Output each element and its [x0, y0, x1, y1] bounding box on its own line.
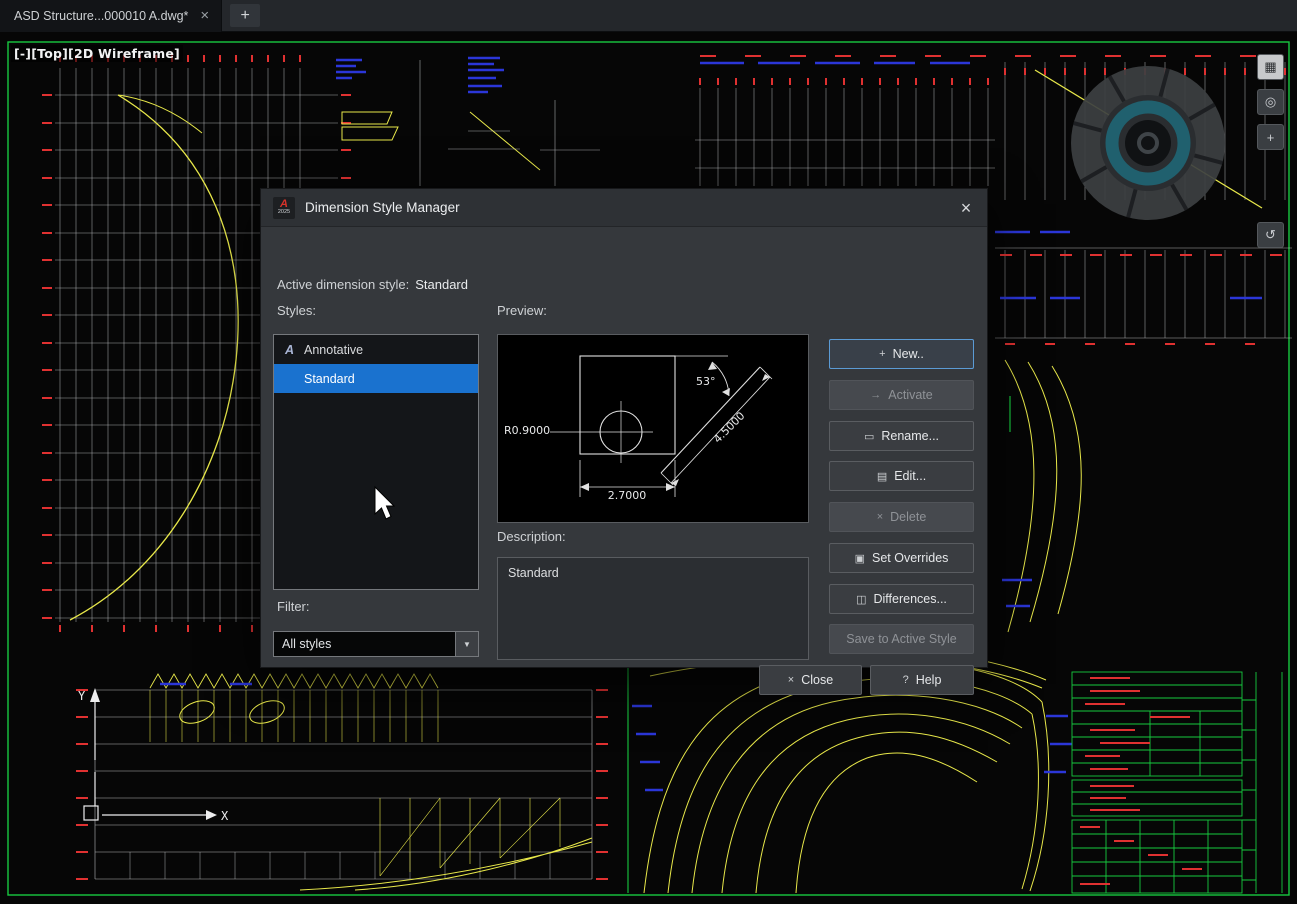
preview-label: Preview: [497, 303, 547, 318]
differences-button[interactable]: ◫ Differences... [829, 584, 974, 614]
autocad-window: { "tab_bar": { "tab": { "title": "ASD St… [0, 0, 1297, 904]
styles-listbox[interactable]: A Annotative Standard [273, 334, 479, 590]
edit-icon: ▤ [877, 470, 887, 483]
tab-close-icon[interactable]: × [200, 8, 209, 23]
preview-radius-dim: R0.9000 [504, 424, 550, 437]
style-item-label: Standard [304, 372, 355, 386]
close-button[interactable]: × Close [759, 665, 862, 695]
style-item-label: Annotative [304, 343, 363, 357]
style-item-annotative[interactable]: A Annotative [274, 335, 478, 364]
autocad-2025-icon: A 2025 [273, 197, 295, 219]
steering-wheel-button[interactable]: ◎ [1257, 89, 1284, 115]
active-style-value: Standard [415, 277, 468, 292]
steering-wheel-icon: ◎ [1265, 94, 1276, 110]
plus-icon: + [879, 348, 885, 360]
button-label: New.. [893, 347, 924, 361]
pan-button[interactable]: + [1257, 124, 1284, 150]
styles-label: Styles: [277, 303, 316, 318]
x-axis-label: X [221, 809, 229, 823]
pan-icon: + [1267, 130, 1275, 145]
preview-angle-dim: 53° [696, 375, 716, 388]
drawing-tab-title: ASD Structure...000010 A.dwg* [14, 9, 188, 23]
button-label: Save to Active Style [846, 632, 956, 646]
close-icon: × [961, 198, 972, 219]
canvas-tools-button[interactable]: ▦ [1257, 54, 1284, 80]
preview-linear-dim: 2.7000 [602, 489, 652, 502]
rename-icon: ▭ [864, 430, 874, 443]
new-style-button[interactable]: + New.. [829, 339, 974, 369]
set-overrides-button[interactable]: ▣ Set Overrides [829, 543, 974, 573]
orbit-button[interactable]: ↺ [1257, 222, 1284, 248]
description-box: Standard [497, 557, 809, 660]
dialog-close-button[interactable]: × [951, 193, 981, 223]
filter-label: Filter: [277, 599, 310, 614]
annotative-icon: A [282, 343, 297, 357]
button-label: Rename... [881, 429, 939, 443]
help-button[interactable]: ? Help [870, 665, 974, 695]
delete-button[interactable]: × Delete [829, 502, 974, 532]
save-to-active-style-button[interactable]: Save to Active Style [829, 624, 974, 654]
close-x-icon: × [788, 674, 794, 686]
navigation-wheel[interactable] [1071, 66, 1225, 220]
style-item-standard[interactable]: Standard [274, 364, 478, 393]
differences-icon: ◫ [856, 593, 866, 606]
delete-icon: × [877, 511, 883, 523]
autocad-year-label: 2025 [278, 210, 290, 216]
new-tab-icon: + [241, 7, 250, 25]
button-label: Activate [888, 388, 932, 402]
new-tab-button[interactable]: + [230, 4, 260, 27]
button-label: Set Overrides [872, 551, 948, 565]
button-label: Delete [890, 510, 926, 524]
style-preview: R0.9000 53° 4.5000 2.7000 [497, 334, 809, 523]
chevron-down-icon[interactable]: ▼ [455, 632, 478, 656]
navigation-bar: ▦ ◎ + ↺ [1257, 54, 1284, 248]
button-label: Close [801, 673, 833, 687]
dimension-style-manager-dialog: A 2025 Dimension Style Manager × Active … [260, 188, 988, 668]
activate-button[interactable]: → Activate [829, 380, 974, 410]
active-style-row: Active dimension style: Standard [277, 277, 468, 292]
button-label: Help [916, 673, 942, 687]
drawing-tab[interactable]: ASD Structure...000010 A.dwg* × [0, 0, 222, 32]
dialog-title: Dimension Style Manager [305, 200, 460, 215]
dialog-title-bar[interactable]: A 2025 Dimension Style Manager × [261, 189, 987, 227]
description-value: Standard [508, 566, 559, 580]
button-label: Edit... [894, 469, 926, 483]
description-label: Description: [497, 529, 566, 544]
viewport-controls-label[interactable]: [-][Top][2D Wireframe] [11, 45, 183, 62]
filter-value: All styles [274, 637, 455, 651]
arrow-right-icon: → [870, 389, 881, 401]
filter-dropdown[interactable]: All styles ▼ [273, 631, 479, 657]
button-label: Differences... [873, 592, 946, 606]
file-tab-bar: ASD Structure...000010 A.dwg* × + [0, 0, 1297, 32]
edit-button[interactable]: ▤ Edit... [829, 461, 974, 491]
overrides-icon: ▣ [855, 552, 865, 565]
help-icon: ? [903, 674, 909, 686]
orbit-icon: ↺ [1265, 227, 1276, 243]
canvas-tools-icon: ▦ [1264, 59, 1276, 75]
dialog-body: Active dimension style:Standard Styles: … [261, 227, 987, 669]
rename-button[interactable]: ▭ Rename... [829, 421, 974, 451]
y-axis-label: Y [78, 689, 86, 703]
active-style-label: Active dimension style: [277, 277, 409, 292]
